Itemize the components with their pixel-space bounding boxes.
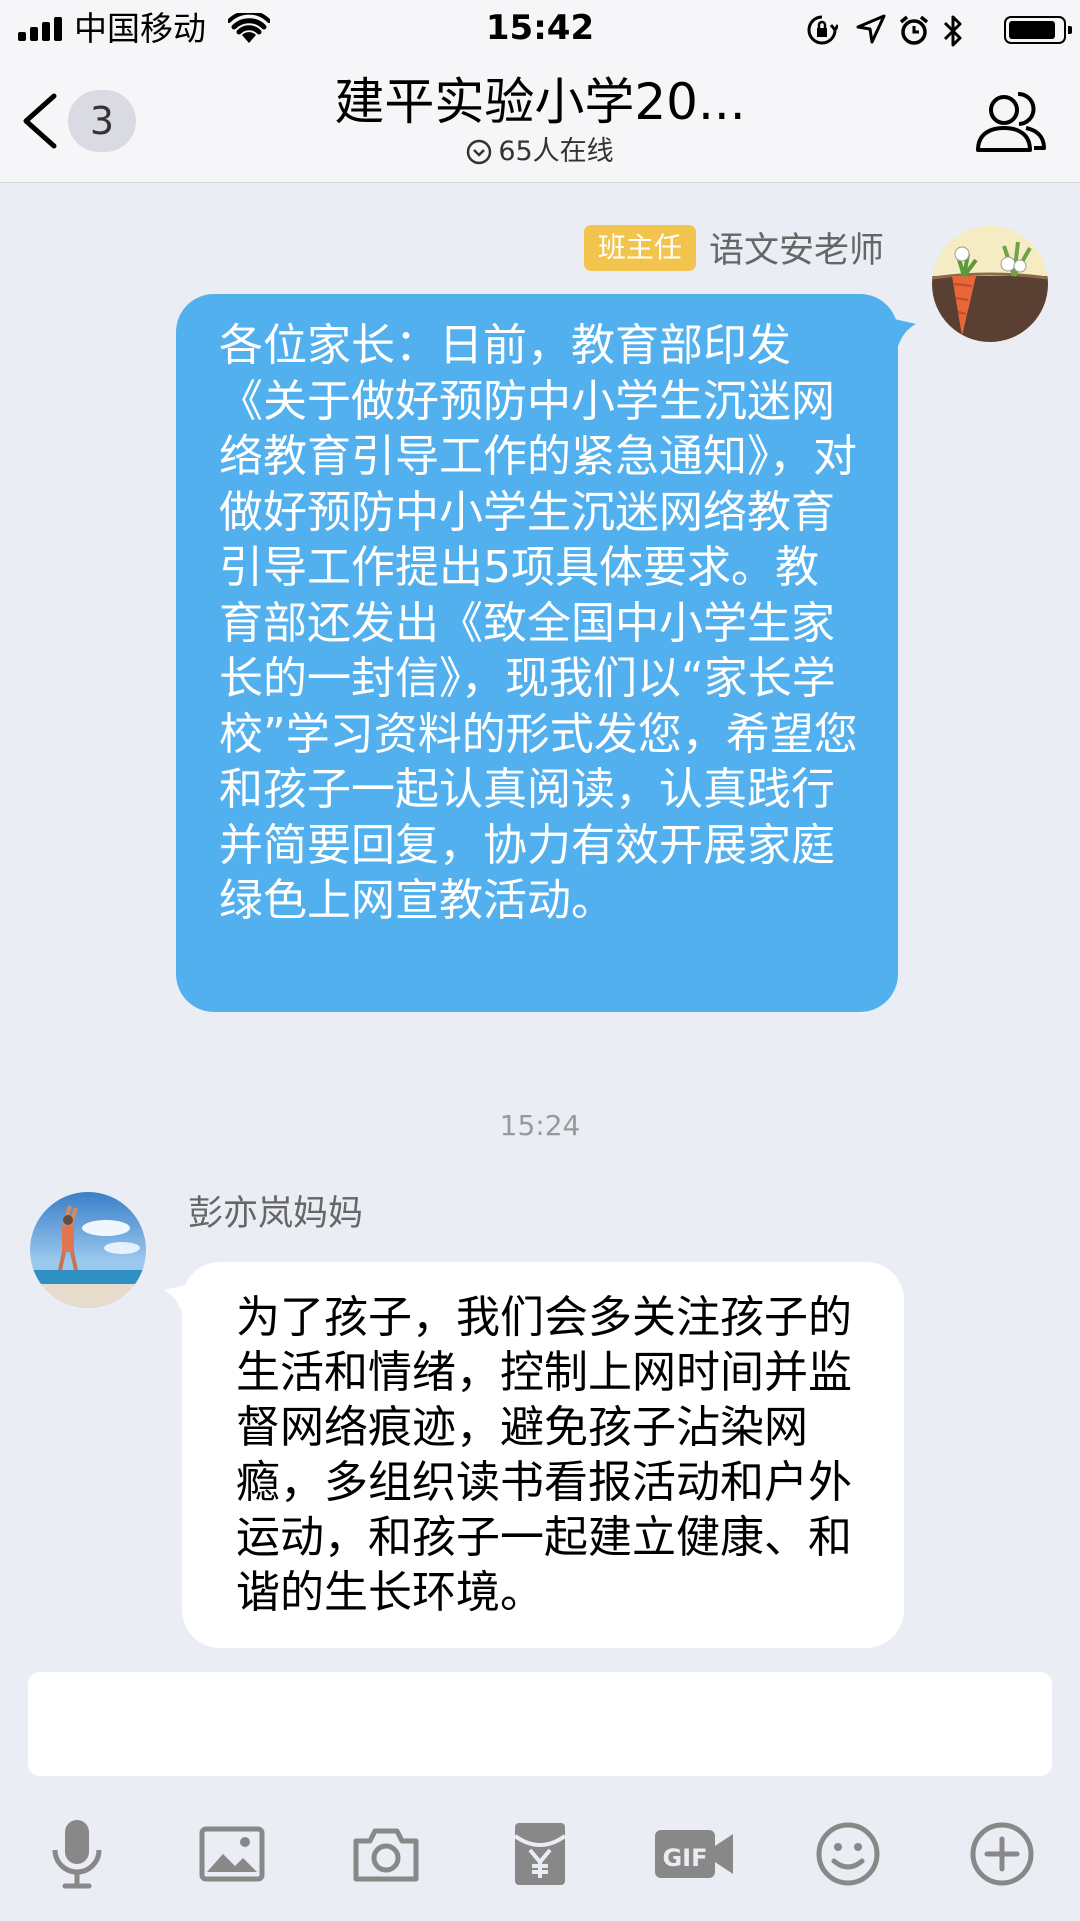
sender-name[interactable]: 彭亦岚妈妈 [188, 1192, 363, 1236]
camera-button[interactable] [336, 1804, 436, 1904]
gif-icon: GIF [655, 1830, 733, 1878]
emoji-icon [816, 1822, 880, 1886]
red-packet-icon [513, 1823, 567, 1885]
battery-icon [1004, 16, 1072, 44]
bubble-tail [890, 318, 916, 346]
camera-icon [353, 1828, 419, 1882]
bluetooth-icon [943, 15, 962, 47]
microphone-icon [52, 1820, 102, 1889]
carrot-avatar-image [932, 226, 1048, 342]
plus-icon [970, 1822, 1034, 1886]
photo-button[interactable] [182, 1804, 282, 1904]
online-count[interactable]: 65人在线 [0, 136, 1080, 168]
online-count-label: 65人在线 [498, 136, 614, 167]
chat-header: 3 建平实验小学20... 65人在线 [0, 58, 1080, 183]
message-timestamp: 15:24 [499, 1109, 581, 1142]
group-members-icon[interactable] [974, 86, 1046, 156]
avatar[interactable] [30, 1192, 146, 1308]
status-bar: 中国移动 15:42 [0, 0, 1080, 58]
alarm-icon [899, 15, 929, 45]
gif-button[interactable]: GIF [644, 1804, 744, 1904]
avatar[interactable] [932, 226, 1048, 342]
composer: GIF [0, 1656, 1080, 1921]
composer-toolbar: GIF [0, 1804, 1080, 1904]
orientation-lock-icon [807, 15, 838, 45]
image-icon [199, 1826, 265, 1882]
message-bubble[interactable]: 各位家长：日前，教育部印发《关于做好预防中小学生沉迷网络教育引导工作的紧急通知》… [176, 294, 898, 1012]
message-bubble[interactable]: 为了孩子，我们会多关注孩子的生活和情绪，控制上网时间并监督网络痕迹，避免孩子沾染… [182, 1262, 904, 1648]
message-sender-row: 班主任 语文安老师 [583, 222, 884, 273]
emoji-button[interactable] [798, 1804, 898, 1904]
beach-photo-avatar-image [30, 1192, 146, 1308]
role-badge: 班主任 [583, 224, 696, 271]
location-icon [856, 14, 886, 44]
message-input[interactable] [28, 1672, 1052, 1776]
status-indicators [806, 10, 1072, 50]
more-button[interactable] [952, 1804, 1052, 1904]
page-title[interactable]: 建平实验小学20... [300, 72, 780, 132]
voice-button[interactable] [27, 1804, 127, 1904]
sender-name[interactable]: 语文安老师 [709, 222, 884, 273]
chevron-down-circle-icon [467, 139, 492, 165]
red-packet-button[interactable] [490, 1804, 590, 1904]
svg-text:GIF: GIF [662, 1844, 707, 1872]
